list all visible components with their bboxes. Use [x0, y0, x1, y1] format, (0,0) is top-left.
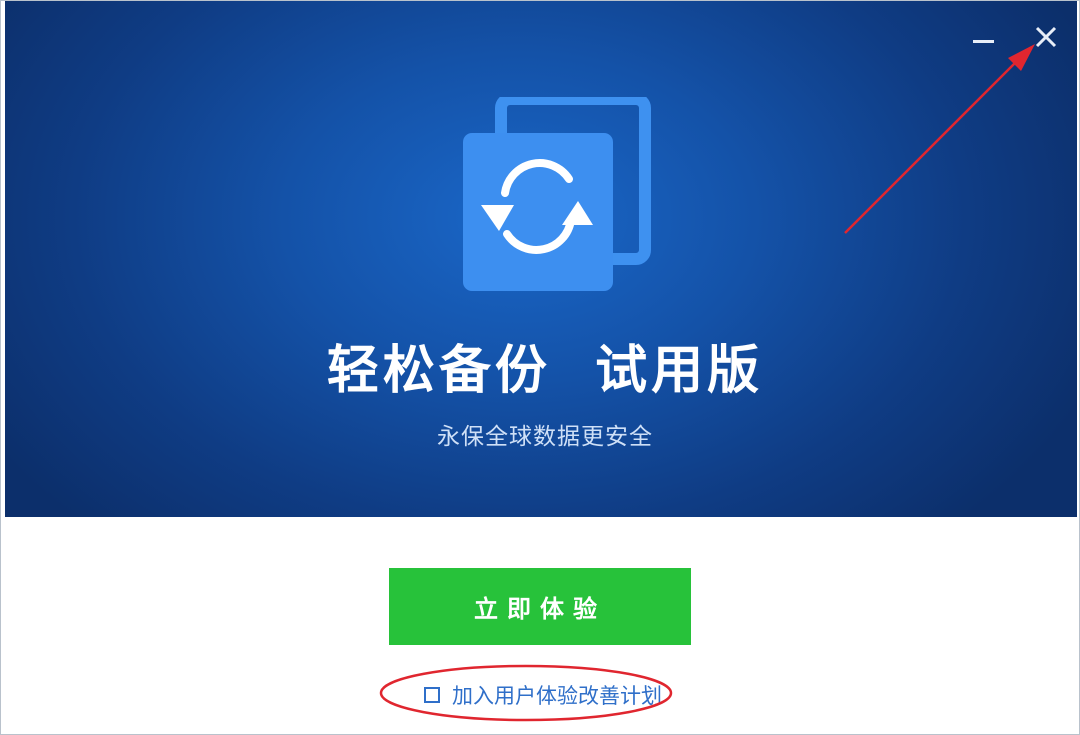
hero-banner: 轻松备份 试用版 永保全球数据更安全	[5, 1, 1077, 517]
minimize-button[interactable]	[963, 19, 1003, 59]
join-program-label: 加入用户体验改善计划	[452, 684, 662, 708]
join-program-option[interactable]: 加入用户体验改善计划	[424, 681, 662, 709]
close-button[interactable]	[1026, 19, 1066, 59]
start-trial-button[interactable]: 立即体验	[389, 568, 691, 645]
backup-sync-icon	[463, 97, 651, 291]
app-window: 轻松备份 试用版 永保全球数据更安全 立即体验 加入用户体验改善计划	[0, 0, 1080, 735]
close-icon	[1035, 26, 1057, 48]
product-tagline: 永保全球数据更安全	[437, 424, 653, 450]
minimize-icon	[973, 40, 994, 43]
product-title: 轻松备份 试用版	[326, 340, 764, 401]
join-program-checkbox[interactable]	[424, 687, 440, 703]
